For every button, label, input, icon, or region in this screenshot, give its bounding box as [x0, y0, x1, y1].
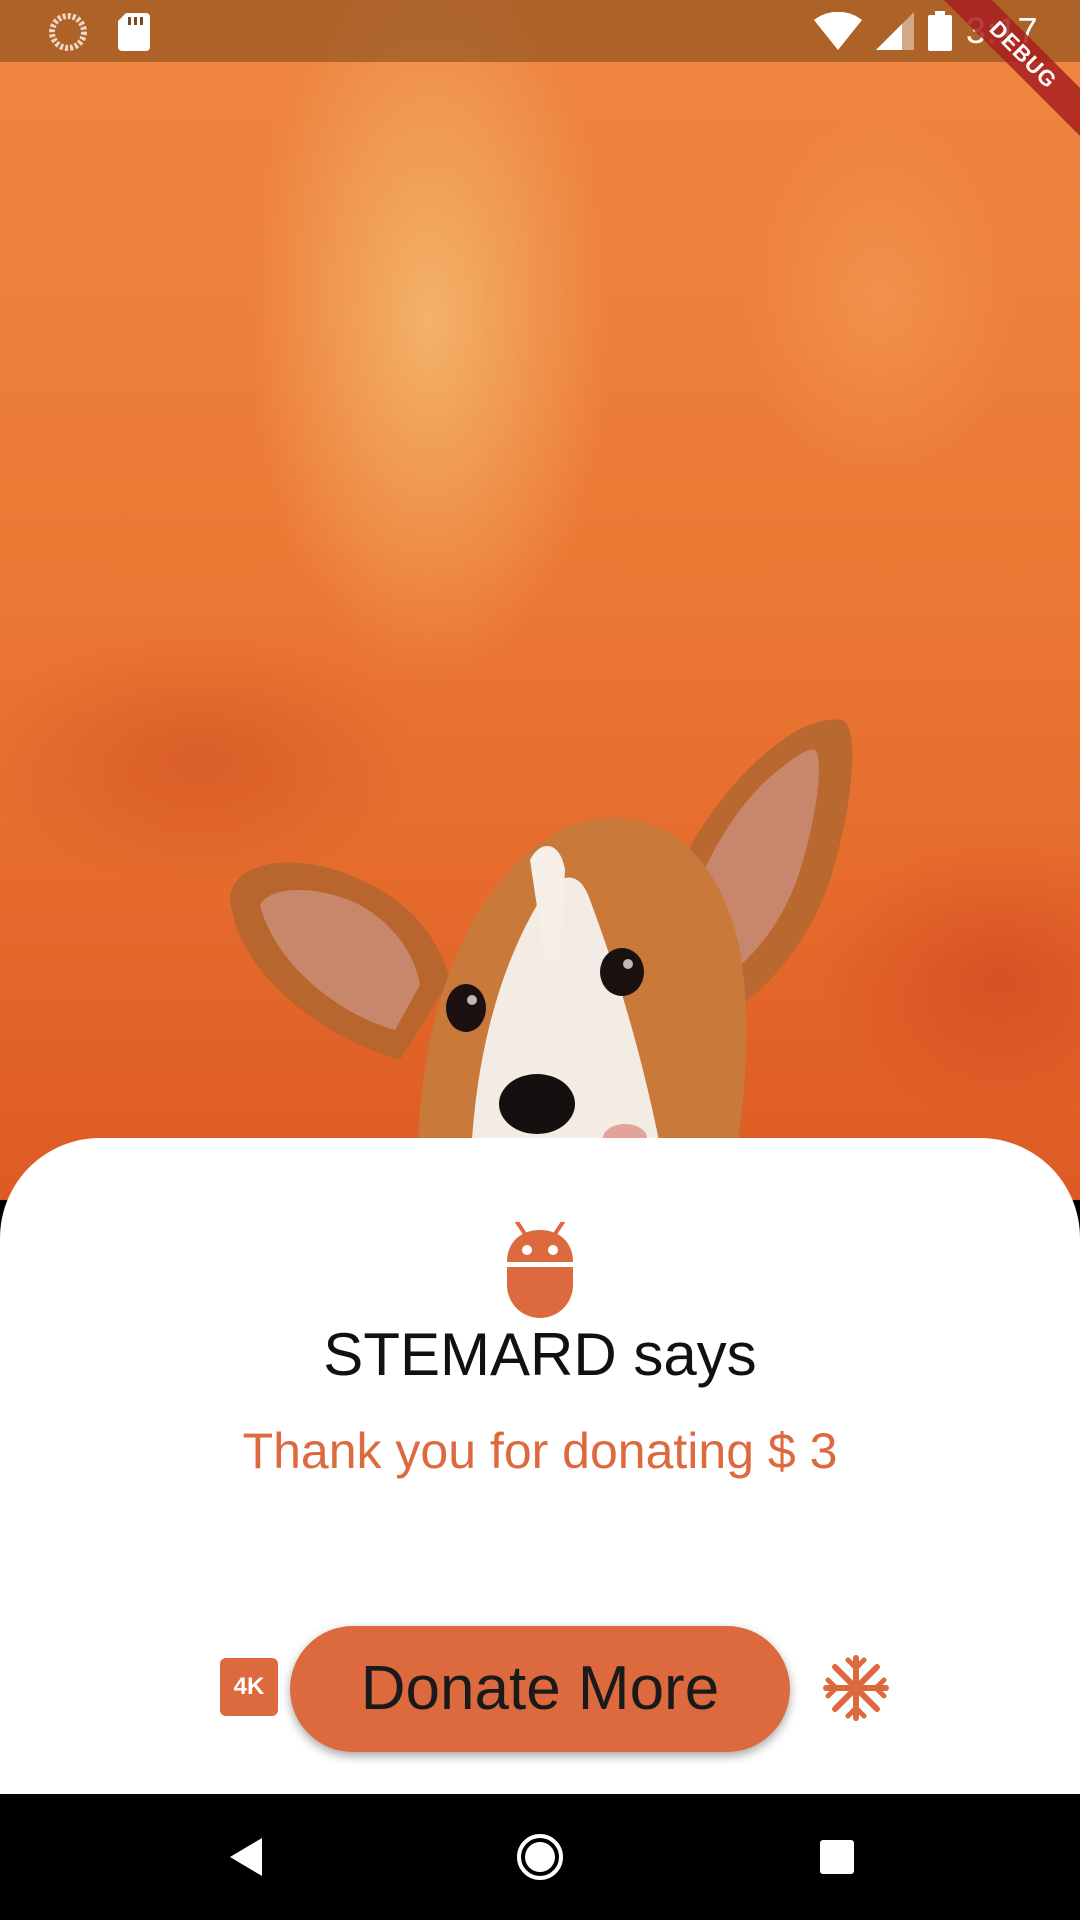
screen: 3:17 DEBUG STEMARD says Thank you for do… — [0, 0, 1080, 1920]
android-icon — [507, 1222, 573, 1318]
action-row: 4K Donate More — [0, 1626, 1080, 1752]
status-bar: 3:17 — [0, 0, 1080, 62]
loading-circle-icon — [49, 13, 87, 51]
sd-card-icon — [118, 13, 150, 51]
status-left-icons — [48, 12, 150, 52]
hero-photo — [0, 0, 1080, 1200]
4k-icon: 4K — [220, 1658, 278, 1716]
snowflake-icon — [823, 1655, 889, 1721]
navigation-bar — [0, 1794, 1080, 1920]
donation-message: Thank you for donating $ 3 — [242, 1423, 838, 1479]
corgi-photo — [230, 719, 853, 1200]
home-icon[interactable] — [515, 1832, 565, 1882]
battery-icon — [927, 11, 952, 51]
back-icon[interactable] — [222, 1832, 272, 1882]
cell-signal-icon — [875, 12, 914, 50]
donate-more-button[interactable]: Donate More — [290, 1626, 790, 1752]
dialog-title: STEMARD says — [323, 1321, 757, 1388]
recents-icon[interactable] — [812, 1832, 862, 1882]
wifi-icon — [813, 12, 862, 50]
